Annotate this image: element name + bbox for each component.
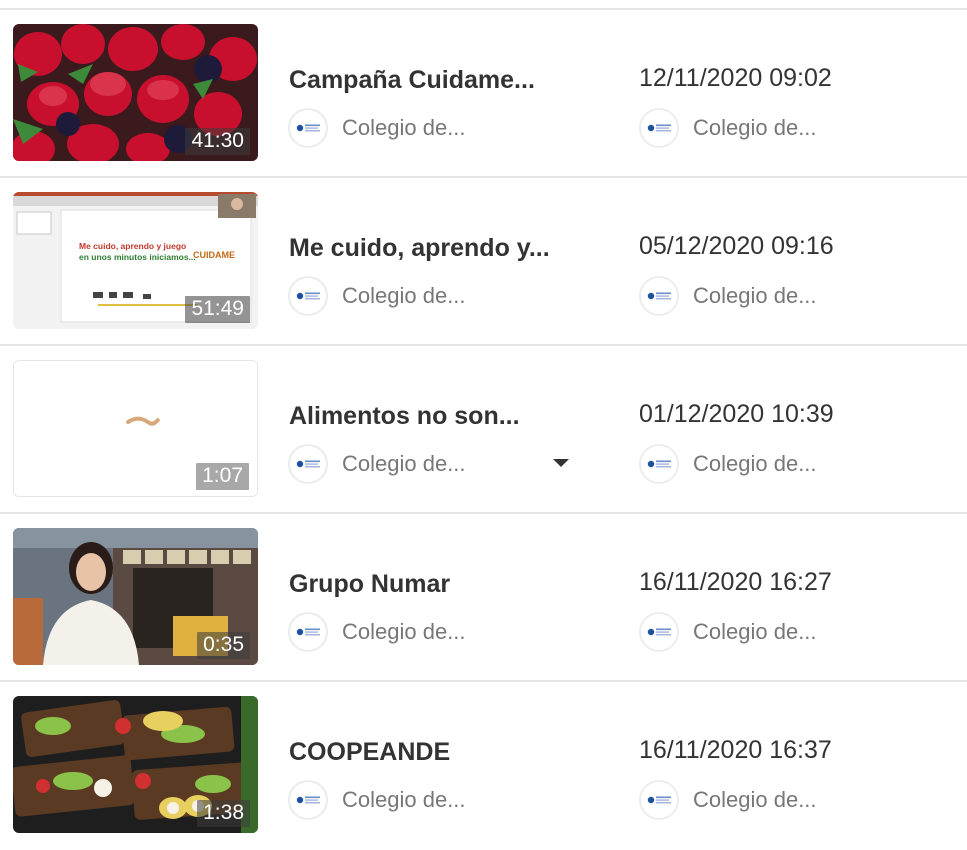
channel-name: Colegio de... (342, 283, 466, 308)
video-date: 12/11/2020 09:02 (639, 64, 832, 92)
college-logo-icon (288, 444, 328, 484)
author-name: Colegio de... (693, 619, 817, 644)
video-thumbnail[interactable]: 0:35 (13, 528, 258, 665)
video-title[interactable]: Campaña Cuidame... (289, 66, 535, 95)
college-logo-icon (639, 612, 679, 652)
video-thumbnail[interactable]: 1:07 (13, 360, 258, 497)
duration-badge: 41:30 (185, 128, 250, 155)
author-name: Colegio de... (693, 787, 817, 812)
college-logo-icon (639, 444, 679, 484)
channel-name: Colegio de... (342, 619, 466, 644)
video-date: 05/12/2020 09:16 (639, 232, 834, 260)
duration-badge: 1:38 (197, 800, 250, 827)
video-row[interactable]: Me cuido, aprendo y juego en unos minuto… (0, 178, 967, 346)
author-info[interactable]: Colegio de... (639, 610, 817, 654)
video-date: 01/12/2020 10:39 (639, 400, 834, 428)
slide-logo: CUIDAME (193, 250, 235, 260)
channel-name: Colegio de... (342, 787, 466, 812)
caret-down-icon[interactable] (553, 459, 569, 467)
video-thumbnail[interactable]: 1:38 (13, 696, 258, 833)
college-logo-icon (639, 780, 679, 820)
slide-subheading: en unos minutos iniciamos... (79, 252, 196, 262)
video-thumbnail[interactable]: Me cuido, aprendo y juego en unos minuto… (13, 192, 258, 329)
college-logo-icon (288, 276, 328, 316)
channel-info[interactable]: Colegio de... (288, 274, 466, 318)
channel-name: Colegio de... (342, 115, 466, 140)
video-date: 16/11/2020 16:27 (639, 568, 832, 596)
channel-info[interactable]: Colegio de... (288, 778, 466, 822)
duration-badge: 51:49 (185, 296, 250, 323)
video-title[interactable]: Alimentos no son... (289, 402, 520, 431)
college-logo-icon (639, 276, 679, 316)
author-info[interactable]: Colegio de... (639, 106, 817, 150)
video-row[interactable]: 0:35 Grupo Numar Colegio de... 16/11/202… (0, 514, 967, 682)
video-title[interactable]: COOPEANDE (289, 738, 450, 767)
video-thumbnail[interactable]: 41:30 (13, 24, 258, 161)
college-logo-icon (288, 780, 328, 820)
channel-info[interactable]: Colegio de... (288, 610, 466, 654)
video-date: 16/11/2020 16:37 (639, 736, 832, 764)
video-title[interactable]: Grupo Numar (289, 570, 450, 599)
video-row[interactable]: 1:07 Alimentos no son... Colegio de... 0… (0, 346, 967, 514)
channel-info[interactable]: Colegio de... (288, 442, 466, 486)
author-name: Colegio de... (693, 115, 817, 140)
author-info[interactable]: Colegio de... (639, 274, 817, 318)
video-row[interactable]: 41:30 Campaña Cuidame... Colegio de... 1… (0, 10, 967, 178)
college-logo-icon (639, 108, 679, 148)
author-name: Colegio de... (693, 451, 817, 476)
author-info[interactable]: Colegio de... (639, 778, 817, 822)
duration-badge: 1:07 (196, 463, 249, 490)
channel-info[interactable]: Colegio de... (288, 106, 466, 150)
college-logo-icon (288, 612, 328, 652)
slide-heading: Me cuido, aprendo y juego (79, 241, 187, 251)
channel-name: Colegio de... (342, 451, 466, 476)
college-logo-icon (288, 108, 328, 148)
author-info[interactable]: Colegio de... (639, 442, 817, 486)
video-row[interactable]: 1:38 COOPEANDE Colegio de... 16/11/2020 … (0, 682, 967, 850)
duration-badge: 0:35 (197, 632, 250, 659)
author-name: Colegio de... (693, 283, 817, 308)
video-title[interactable]: Me cuido, aprendo y... (289, 234, 550, 263)
